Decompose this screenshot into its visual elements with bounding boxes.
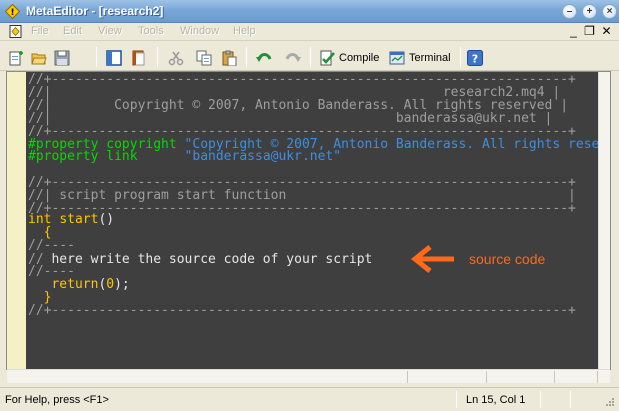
code-token: ); [114, 277, 130, 292]
toolbar-separator [96, 47, 97, 67]
redo-arrow-icon [285, 52, 301, 62]
code-line: //---- [28, 239, 75, 252]
copy-icon [196, 50, 212, 65]
document-icon[interactable] [9, 25, 22, 38]
annotation-arrow-icon [410, 245, 454, 273]
open-folder-icon [31, 53, 47, 64]
mdi-minimize-button[interactable]: _ [566, 24, 581, 39]
book-icon [132, 50, 145, 65]
status-divider [570, 391, 571, 408]
maximize-window-button[interactable]: + [582, 4, 597, 19]
terminal-button[interactable]: Terminal [389, 47, 451, 68]
code-token: () [98, 212, 115, 227]
status-divider [540, 391, 541, 408]
vertical-scrollbar[interactable] [598, 72, 610, 369]
navigator-button[interactable] [106, 47, 122, 68]
undo-button[interactable] [256, 47, 272, 68]
metaeditor-app-icon: ! [5, 4, 20, 19]
paste-button[interactable] [221, 47, 237, 68]
new-file-icon [9, 50, 23, 65]
code-token: #property link [28, 149, 185, 164]
compile-button[interactable]: Compile [319, 47, 379, 68]
svg-text:?: ? [472, 52, 478, 65]
resize-grip-icon[interactable] [603, 397, 615, 409]
menu-file[interactable]: File [31, 25, 49, 37]
mdi-close-button[interactable]: ✕ [599, 24, 614, 39]
dictionary-button[interactable] [131, 47, 147, 68]
status-help-text: For Help, press <F1> [5, 394, 109, 406]
window-title: MetaEditor - [research2] [26, 4, 164, 18]
toolbar: Compile Terminal ? [0, 42, 619, 71]
toolbar-separator [157, 47, 158, 67]
terminal-label: Terminal [409, 51, 451, 64]
editor-gutter [7, 72, 26, 369]
toolbar-separator [246, 47, 247, 67]
code-token: //+-------------------------------------… [28, 303, 576, 318]
status-bar: For Help, press <F1> Ln 15, Col 1 [0, 387, 619, 411]
scroll-tick [597, 371, 598, 383]
annotation-label: source code [469, 251, 546, 267]
compile-label: Compile [339, 51, 380, 64]
help-button[interactable]: ? [467, 47, 483, 68]
toolbar-separator [310, 47, 311, 67]
code-token: 0 [106, 277, 115, 292]
cut-button[interactable] [168, 47, 184, 68]
scroll-tick [486, 371, 487, 383]
help-icon: ? [467, 49, 483, 66]
code-editor[interactable]: //+-------------------------------------… [26, 72, 598, 369]
terminal-icon [389, 51, 405, 64]
code-line: //+-------------------------------------… [28, 304, 576, 317]
undo-arrow-icon [256, 52, 272, 62]
code-token: //---- [28, 238, 75, 253]
code-line: // here write the source code of your sc… [28, 253, 372, 266]
save-button[interactable] [54, 47, 70, 68]
menu-view[interactable]: View [98, 25, 122, 37]
new-file-button[interactable] [8, 47, 24, 68]
navigator-window-icon [106, 49, 122, 66]
compile-check-icon [320, 50, 335, 65]
code-token: start [59, 212, 99, 227]
code-token: here write the source code of your scrip… [51, 252, 373, 267]
menu-help[interactable]: Help [233, 25, 256, 37]
svg-text:!: ! [10, 8, 14, 18]
menu-window[interactable]: Window [180, 25, 219, 37]
scroll-tick [407, 371, 408, 383]
code-line: #property link "banderassa@ukr.net" [28, 150, 341, 163]
status-divider [456, 391, 457, 408]
menu-edit[interactable]: Edit [63, 25, 82, 37]
scroll-tick [554, 371, 555, 383]
save-disk-icon [54, 50, 70, 65]
menu-tools[interactable]: Tools [138, 25, 164, 37]
menu-bar: File Edit View Tools Window Help _ ❐ ✕ [0, 23, 619, 41]
open-file-button[interactable] [31, 47, 47, 68]
redo-button[interactable] [285, 47, 301, 68]
toolbar-separator [460, 47, 461, 67]
cursor-position: Ln 15, Col 1 [466, 394, 526, 406]
horizontal-scrollbar[interactable] [7, 369, 610, 383]
copy-button[interactable] [196, 47, 212, 68]
close-window-button[interactable]: × [602, 4, 617, 19]
clipboard-icon [222, 50, 237, 66]
mdi-restore-button[interactable]: ❐ [582, 24, 597, 39]
scissors-icon [168, 51, 184, 65]
code-token: "banderassa@ukr.net" [184, 149, 342, 164]
title-bar[interactable]: ! MetaEditor - [research2] – + × [0, 0, 619, 23]
minimize-window-button[interactable]: – [562, 4, 577, 19]
